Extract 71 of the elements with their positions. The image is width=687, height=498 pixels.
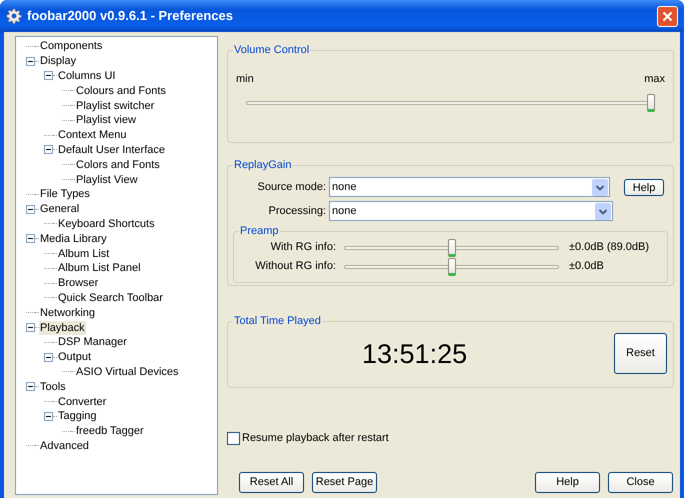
chevron-down-icon <box>595 202 611 220</box>
close-button[interactable] <box>657 6 678 26</box>
slider-thumb[interactable] <box>647 94 655 112</box>
tree-item[interactable]: Colors and Fonts <box>75 158 161 172</box>
button[interactable]: Close <box>608 472 673 492</box>
volume-slider[interactable] <box>246 94 655 112</box>
tree-item[interactable]: Playback <box>39 320 86 335</box>
minus-box-icon[interactable] <box>26 56 35 66</box>
group-title: ReplayGain <box>233 158 292 172</box>
tree-item[interactable]: Advanced <box>39 438 90 453</box>
tree-item[interactable]: Media Library <box>39 232 108 246</box>
tree-item[interactable]: Output <box>57 350 92 364</box>
dropdown[interactable]: none <box>329 201 613 221</box>
tree-item[interactable]: DSP Manager <box>57 335 128 350</box>
group-title: Total Time Played <box>233 314 322 328</box>
tree-item[interactable]: Tools <box>39 380 67 394</box>
time-display: 13:51:25 <box>362 341 468 368</box>
tree-item[interactable]: Quick Search Toolbar <box>57 290 164 305</box>
tree-item[interactable]: Playlist view <box>75 113 137 128</box>
minus-box-icon[interactable] <box>44 71 53 80</box>
slider-thumb[interactable] <box>448 258 456 276</box>
slider-label: max <box>644 72 665 87</box>
tree-item[interactable]: Colours and Fonts <box>75 84 167 98</box>
dropdown[interactable]: none <box>329 177 610 197</box>
tree-item[interactable]: General <box>39 202 80 216</box>
minus-box-icon[interactable] <box>26 382 35 392</box>
tree-item[interactable]: Playlist View <box>75 172 139 187</box>
field-label: Processing: <box>268 204 326 219</box>
minus-box-icon[interactable] <box>44 352 53 362</box>
minus-box-icon[interactable] <box>44 412 53 421</box>
slider-label: With RG info: <box>270 240 337 256</box>
tree-item[interactable]: freedb Tagger <box>75 424 145 438</box>
tree-item[interactable]: Album List <box>57 246 110 261</box>
tree-item[interactable]: Keyboard Shortcuts <box>57 216 156 231</box>
slider-reading: ±0.0dB (89.0dB) <box>569 240 650 256</box>
slider-label: min <box>236 72 254 87</box>
tree-item[interactable]: Tagging <box>57 409 98 424</box>
tree-item[interactable]: File Types <box>39 187 91 202</box>
chevron-down-icon <box>592 178 608 196</box>
tree-item[interactable]: Networking <box>39 306 96 320</box>
gear-icon <box>6 8 22 24</box>
minus-box-icon[interactable] <box>26 234 35 244</box>
group-title: Preamp <box>239 224 280 238</box>
tree-item[interactable]: Columns UI <box>57 68 116 83</box>
button[interactable]: Reset Page <box>312 472 377 492</box>
minus-box-icon[interactable] <box>26 204 35 214</box>
tree-item[interactable]: Converter <box>57 394 108 409</box>
tree-item[interactable]: ASIO Virtual Devices <box>75 364 180 379</box>
slider-thumb[interactable] <box>448 238 456 256</box>
minus-box-icon[interactable] <box>44 145 53 154</box>
preamp-slider[interactable] <box>344 258 559 276</box>
tree-item[interactable]: Default User Interface <box>57 142 166 157</box>
field-label: Source mode: <box>256 180 326 195</box>
tree-item[interactable]: Components <box>39 39 104 54</box>
tree-item[interactable]: Display <box>39 54 78 68</box>
checkbox[interactable] <box>227 432 240 445</box>
button[interactable]: Reset <box>614 333 667 374</box>
button[interactable]: Reset All <box>239 472 304 492</box>
minus-box-icon[interactable] <box>26 323 35 332</box>
window-title: foobar2000 v0.9.6.1 - Preferences <box>27 7 234 26</box>
button[interactable]: Help <box>535 472 600 492</box>
tree-item[interactable]: Playlist switcher <box>75 98 156 113</box>
close-icon <box>662 10 673 22</box>
preamp-slider[interactable] <box>344 238 559 256</box>
tree-item[interactable]: Context Menu <box>57 128 128 142</box>
tree-item[interactable]: Browser <box>57 276 100 290</box>
slider-label: Without RG info: <box>254 259 337 274</box>
checkbox-label: Resume playback after restart <box>242 431 389 446</box>
slider-reading: ±0.0dB <box>569 259 604 274</box>
tree-item[interactable]: Album List Panel <box>57 261 142 276</box>
button[interactable]: Help <box>624 178 664 196</box>
